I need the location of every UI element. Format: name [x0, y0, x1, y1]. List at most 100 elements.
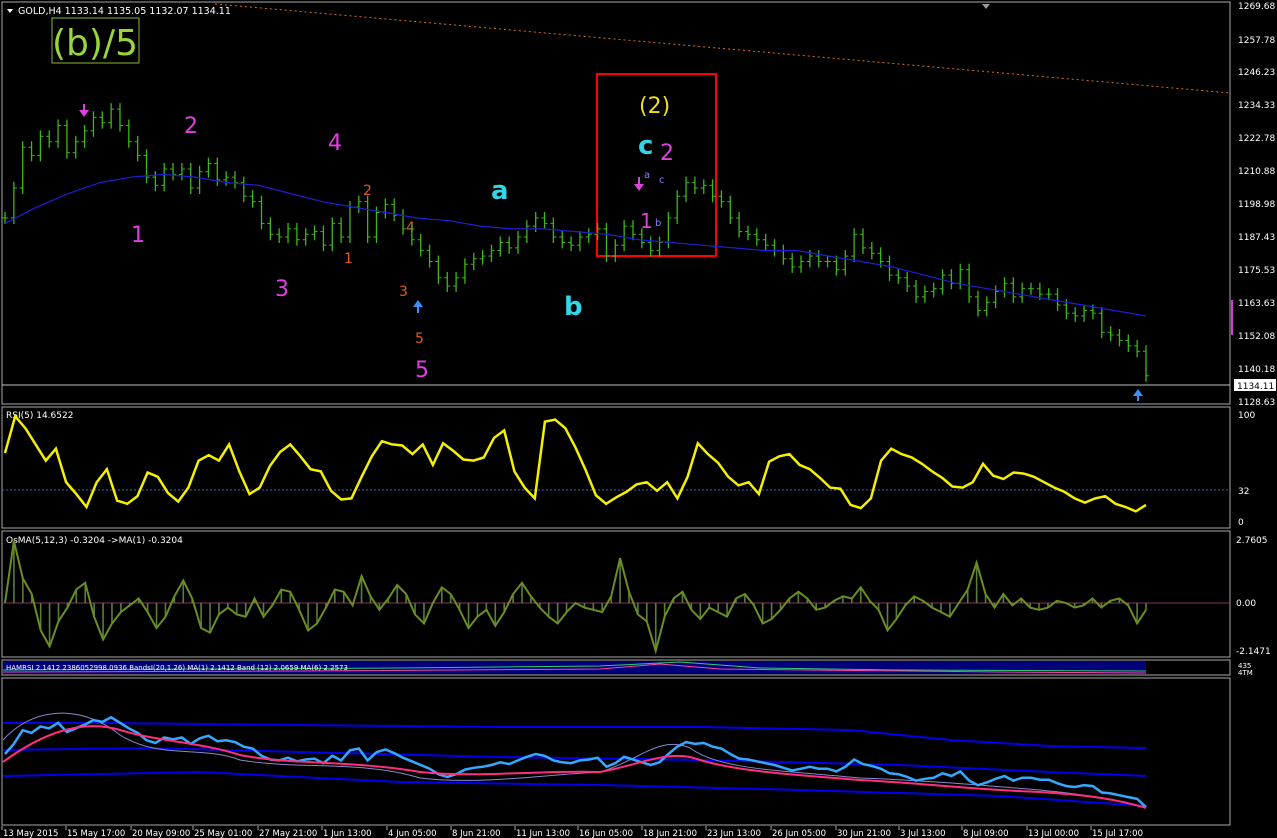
time-label: 1 Jun 13:00 [323, 829, 372, 838]
price-tick: 1246.23 [1238, 68, 1275, 78]
osma-tick: 0.00 [1236, 599, 1256, 609]
price-axis: 1269.68 1257.78 1246.23 1234.33 1222.78 … [1238, 2, 1275, 408]
price-bar [497, 236, 504, 257]
price-bar [700, 179, 707, 195]
osma-tick: 2.7605 [1236, 536, 1268, 546]
price-bar [152, 171, 159, 192]
rsi-tick: 32 [1238, 487, 1249, 497]
price-bar [196, 165, 203, 195]
price-bar [72, 135, 79, 159]
price-bar [576, 231, 583, 252]
price-tick: 1128.63 [1238, 398, 1275, 408]
wave-label: 3 [275, 277, 289, 302]
band-upper [3, 722, 1147, 749]
price-bar [541, 211, 548, 230]
wave-label: a [644, 170, 650, 181]
down-arrow-icon [634, 177, 644, 191]
price-bar [99, 111, 106, 129]
price-bar [479, 250, 486, 265]
wave-label: c [659, 175, 665, 186]
time-label: 8 Jul 09:00 [963, 829, 1009, 838]
price-bar [1143, 345, 1149, 382]
price-bar [435, 255, 442, 284]
price-bar [585, 228, 592, 243]
price-bar [744, 225, 751, 241]
wave-label: 5 [415, 358, 429, 383]
time-label: 4 Jun 05:00 [388, 829, 437, 838]
price-bar [108, 103, 115, 129]
price-tick: 1198.98 [1238, 200, 1275, 210]
price-bar [780, 244, 787, 265]
price-bar [1072, 307, 1079, 322]
price-bar [957, 263, 964, 290]
time-label: 13 May 2015 [3, 829, 58, 838]
wave-label: 3 [399, 284, 408, 300]
menu-triangle-icon[interactable] [7, 9, 13, 13]
price-bar [134, 135, 141, 162]
osma-tick: -2.1471 [1236, 647, 1271, 657]
mini-label: HAMRSI 2.1412 2386052998.0936 BandsI(20,… [6, 664, 348, 672]
price-bar [338, 217, 345, 243]
price-candles [2, 103, 1149, 382]
price-bar [240, 176, 247, 203]
price-bar [1001, 277, 1008, 298]
price-bar [355, 195, 362, 214]
price-bar [656, 236, 663, 257]
price-tick: 1257.78 [1238, 36, 1275, 46]
price-bar [364, 195, 371, 243]
price-bar [842, 250, 849, 276]
time-label: 16 Jun 05:00 [579, 829, 633, 838]
price-bar [559, 231, 566, 249]
price-bar [391, 198, 398, 222]
price-bar [762, 233, 769, 252]
time-label: 20 May 09:00 [132, 829, 190, 838]
time-label: 23 Jun 13:00 [707, 829, 761, 838]
time-label: 8 Jun 21:00 [452, 829, 501, 838]
time-label: 30 Jun 21:00 [837, 829, 891, 838]
price-bar [674, 190, 681, 224]
price-bar [311, 225, 318, 241]
time-label: 26 Jun 05:00 [772, 829, 826, 838]
wave-label: 1 [131, 223, 145, 248]
time-label: 15 Jul 17:00 [1092, 829, 1143, 838]
price-bar [939, 269, 946, 295]
price-bar [736, 211, 743, 238]
price-bar [771, 239, 778, 257]
time-label: 18 Jun 21:00 [643, 829, 697, 838]
time-label: 25 May 01:00 [194, 829, 252, 838]
osma-line [4, 540, 1147, 655]
price-tick: 1234.33 [1238, 101, 1275, 111]
price-bar [904, 271, 911, 292]
current-price-label: 1134.11 [1237, 382, 1274, 392]
price-bar [90, 111, 97, 137]
price-bar [46, 130, 53, 148]
price-bar [373, 206, 380, 243]
price-bar [1081, 304, 1088, 322]
osma-label: OsMA(5,12,3) -0.3204 ->MA(1) -0.3204 [6, 536, 183, 546]
time-label: 11 Jun 13:00 [516, 829, 570, 838]
price-bar [815, 250, 822, 268]
hamrsi-line [4, 715, 1147, 809]
price-bar [1116, 328, 1123, 347]
price-tick: 1210.88 [1238, 167, 1275, 177]
wave-label: a [491, 176, 509, 206]
wave-label: b [564, 292, 583, 322]
price-bar [709, 179, 716, 203]
price-tick: 1175.53 [1238, 266, 1275, 276]
wave-label: 4 [328, 131, 342, 156]
price-bar [293, 222, 300, 246]
price-bar [285, 222, 292, 243]
price-bar [718, 190, 725, 208]
wave-label: 4 [406, 220, 415, 236]
scroll-marker-icon[interactable] [982, 4, 990, 9]
price-bar [453, 271, 460, 292]
price-bar [81, 124, 88, 148]
wave-label: b [655, 218, 661, 229]
price-bar [1028, 282, 1035, 295]
price-bar [895, 269, 902, 284]
price-bar [19, 141, 26, 195]
price-bar [691, 176, 698, 195]
price-bar [382, 198, 389, 219]
price-bar [992, 285, 999, 309]
price-bar [223, 171, 230, 186]
